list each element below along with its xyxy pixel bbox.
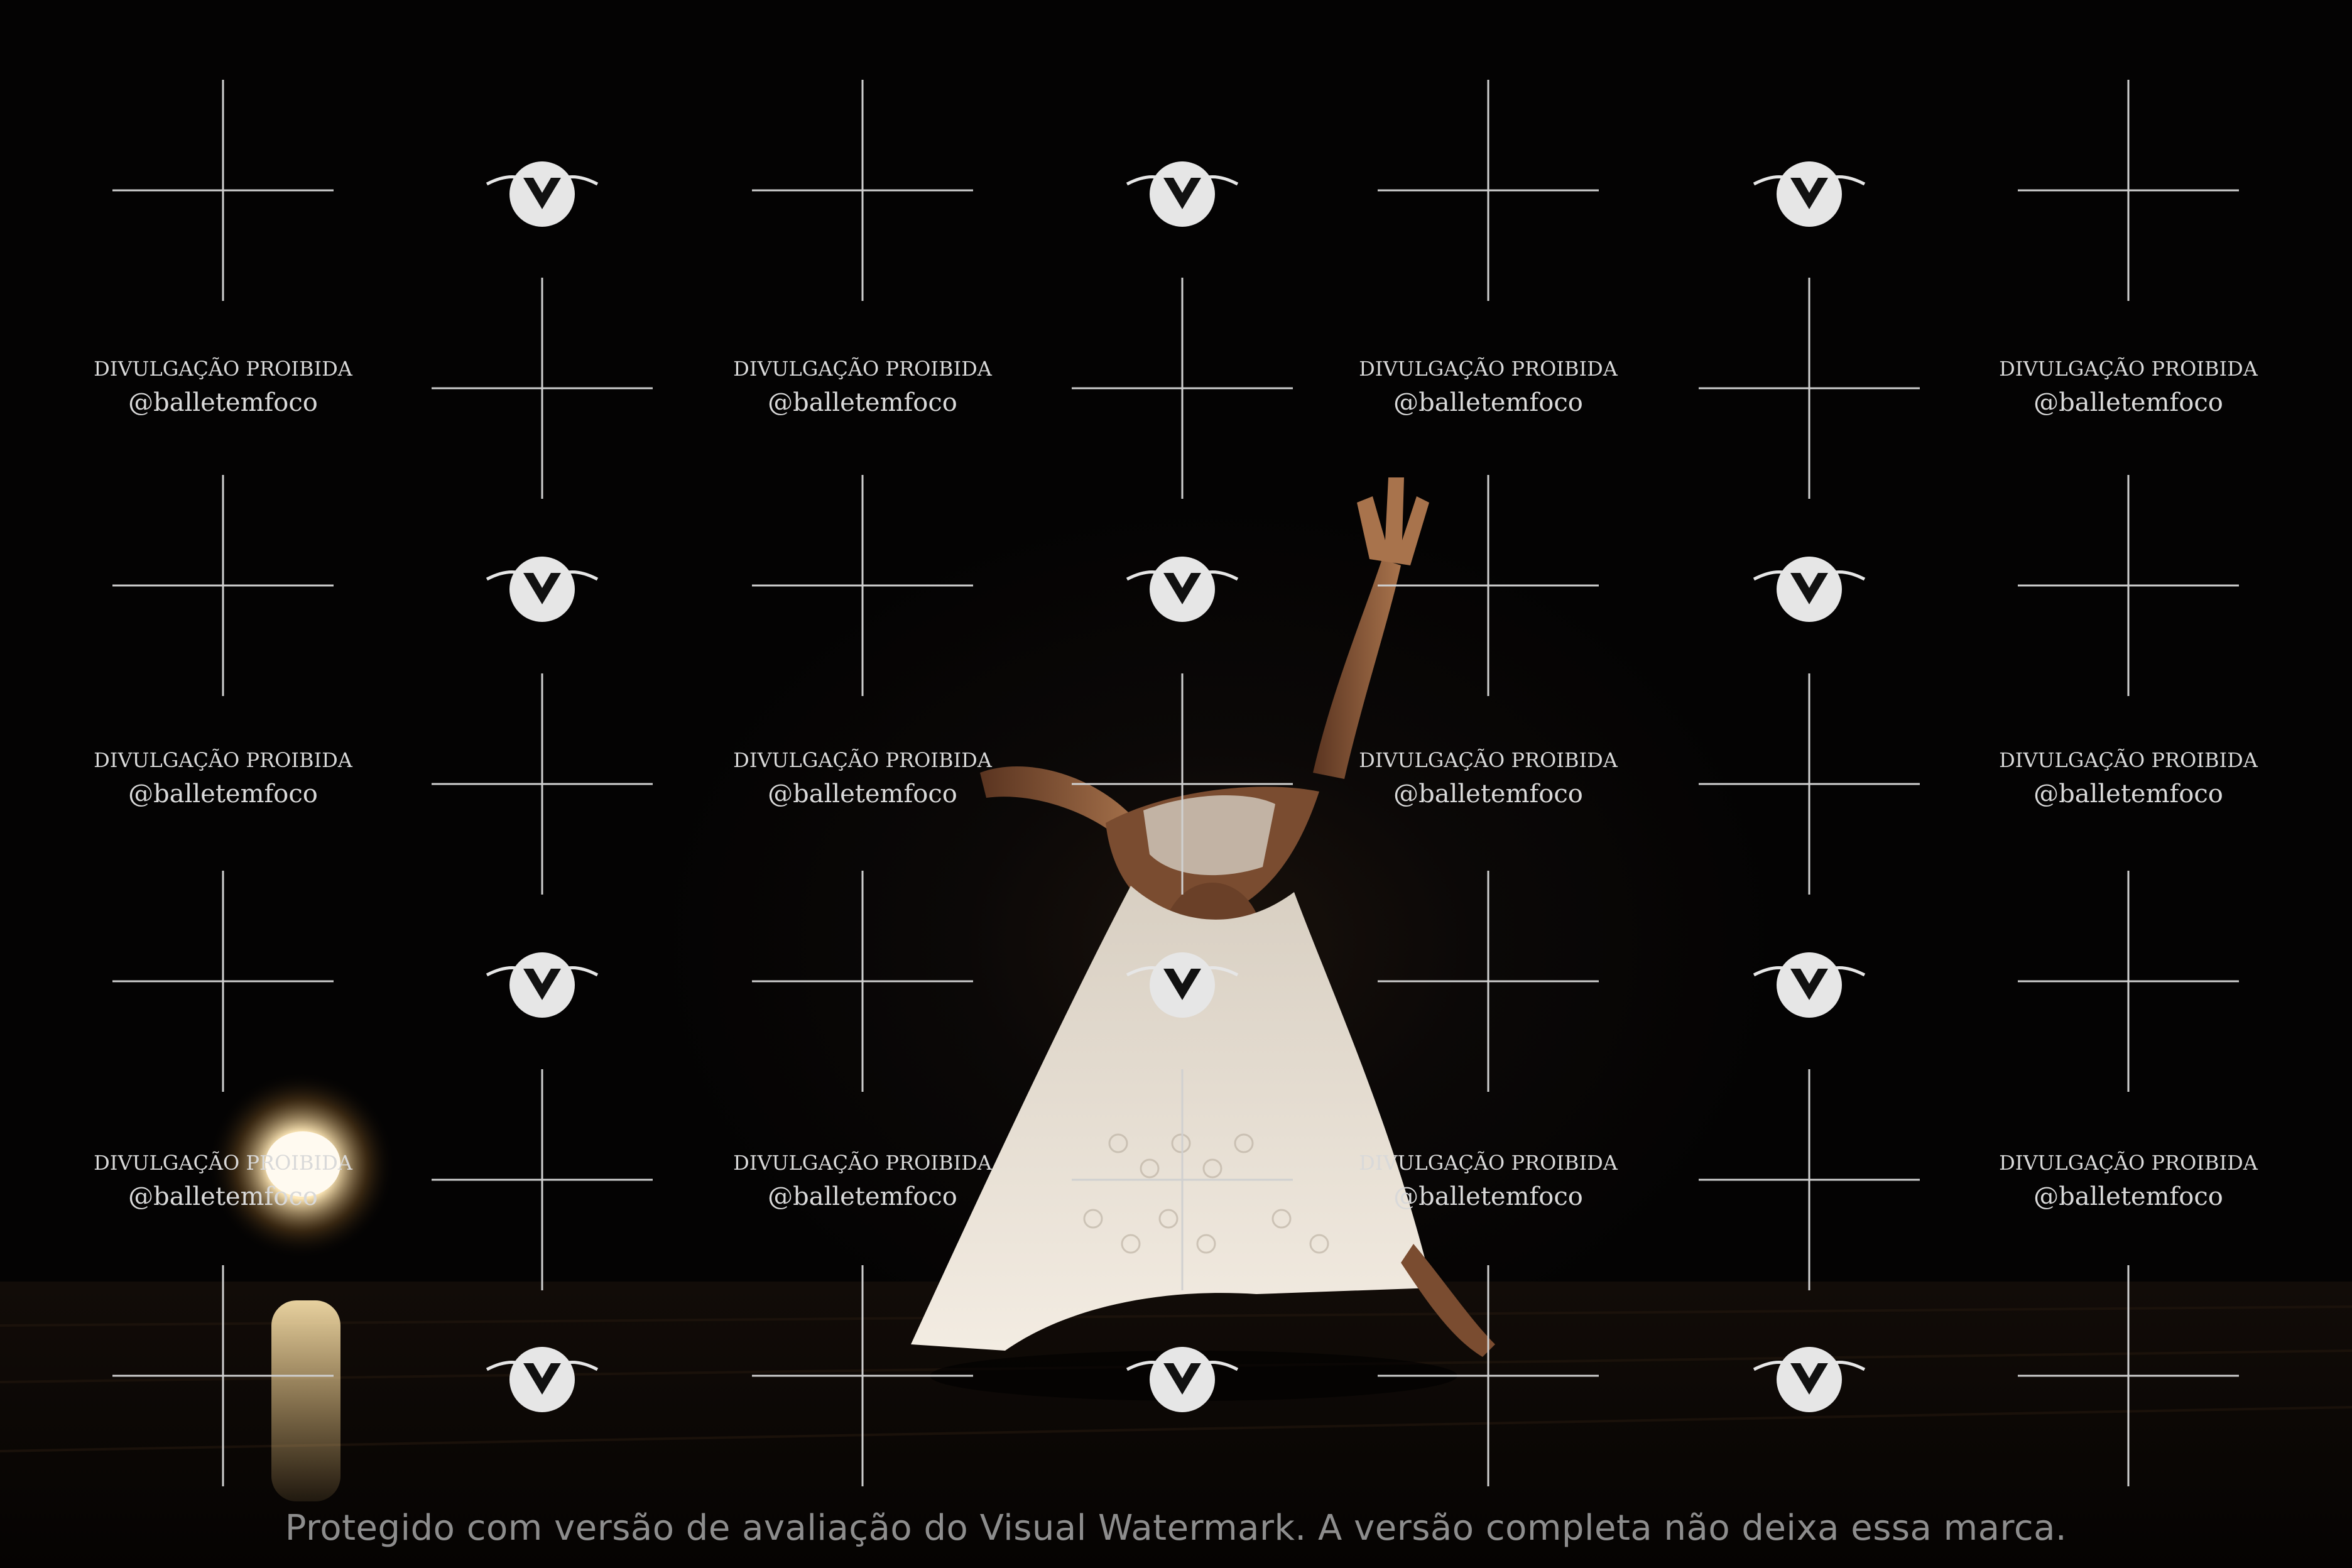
balletemfoco-logo-icon bbox=[1126, 952, 1239, 1018]
watermark-line1: DIVULGAÇÃO PROIBIDA bbox=[94, 357, 353, 381]
crosshair-icon bbox=[2018, 1265, 2239, 1486]
crosshair-icon bbox=[432, 673, 653, 895]
watermark-line2: @balletemfoco bbox=[128, 780, 318, 808]
watermark-line2: @balletemfoco bbox=[1393, 388, 1583, 417]
crosshair-icon bbox=[1072, 1069, 1293, 1290]
crosshair-icon bbox=[112, 1265, 334, 1486]
balletemfoco-logo-icon bbox=[1753, 1347, 1866, 1412]
watermark-text: DIVULGAÇÃO PROIBIDA @balletemfoco bbox=[1359, 1151, 1618, 1211]
crosshair-icon bbox=[112, 871, 334, 1092]
balletemfoco-logo-icon bbox=[486, 557, 599, 622]
watermark-line2: @balletemfoco bbox=[768, 780, 957, 808]
watermark-line2: @balletemfoco bbox=[2034, 1182, 2223, 1211]
watermark-line2: @balletemfoco bbox=[1393, 1182, 1583, 1211]
watermark-text: DIVULGAÇÃO PROIBIDA @balletemfoco bbox=[1359, 748, 1618, 808]
watermark-line1: DIVULGAÇÃO PROIBIDA bbox=[1359, 1151, 1618, 1175]
watermark-line1: DIVULGAÇÃO PROIBIDA bbox=[733, 748, 993, 772]
balletemfoco-logo-icon bbox=[1753, 952, 1866, 1018]
watermark-text: DIVULGAÇÃO PROIBIDA @balletemfoco bbox=[94, 748, 353, 808]
crosshair-icon bbox=[752, 80, 973, 301]
watermark-line1: DIVULGAÇÃO PROIBIDA bbox=[733, 1151, 993, 1175]
watermark-line1: DIVULGAÇÃO PROIBIDA bbox=[1999, 357, 2258, 381]
watermark-text: DIVULGAÇÃO PROIBIDA @balletemfoco bbox=[733, 1151, 993, 1211]
watermark-line1: DIVULGAÇÃO PROIBIDA bbox=[94, 748, 353, 772]
balletemfoco-logo-icon bbox=[486, 952, 599, 1018]
crosshair-icon bbox=[1699, 278, 1920, 499]
watermark-line2: @balletemfoco bbox=[768, 388, 957, 417]
watermark-line2: @balletemfoco bbox=[128, 1182, 318, 1211]
watermark-overlay: DIVULGAÇÃO PROIBIDA@balletemfocoDIVULGAÇ… bbox=[94, 80, 2258, 1486]
watermark-text: DIVULGAÇÃO PROIBIDA @balletemfoco bbox=[1999, 357, 2258, 417]
balletemfoco-logo-icon bbox=[486, 1347, 599, 1412]
evaluation-notice: Protegido com versão de avaliação do Vis… bbox=[285, 1508, 2067, 1549]
crosshair-icon bbox=[2018, 871, 2239, 1092]
crosshair-icon bbox=[112, 80, 334, 301]
watermark-line1: DIVULGAÇÃO PROIBIDA bbox=[94, 1151, 353, 1175]
balletemfoco-logo-icon bbox=[1126, 1347, 1239, 1412]
watermark-text: DIVULGAÇÃO PROIBIDA @balletemfoco bbox=[1999, 1151, 2258, 1211]
crosshair-icon bbox=[1378, 871, 1599, 1092]
crosshair-icon bbox=[432, 1069, 653, 1290]
crosshair-icon bbox=[1699, 673, 1920, 895]
balletemfoco-logo-icon bbox=[1126, 161, 1239, 227]
crosshair-icon bbox=[2018, 475, 2239, 696]
watermark-text: DIVULGAÇÃO PROIBIDA @balletemfoco bbox=[1999, 748, 2258, 808]
watermark-text: DIVULGAÇÃO PROIBIDA @balletemfoco bbox=[733, 357, 993, 417]
watermark-line1: DIVULGAÇÃO PROIBIDA bbox=[733, 357, 993, 381]
crosshair-icon bbox=[752, 475, 973, 696]
crosshair-icon bbox=[1072, 278, 1293, 499]
watermark-line2: @balletemfoco bbox=[1393, 780, 1583, 808]
photo-stage: DIVULGAÇÃO PROIBIDA @balletemfoco DIVULGAÇ… bbox=[0, 0, 2352, 1568]
watermark-line1: DIVULGAÇÃO PROIBIDA bbox=[1359, 748, 1618, 772]
crosshair-icon bbox=[1378, 80, 1599, 301]
watermark-line1: DIVULGAÇÃO PROIBIDA bbox=[1999, 748, 2258, 772]
watermark-line2: @balletemfoco bbox=[2034, 388, 2223, 417]
watermark-line1: DIVULGAÇÃO PROIBIDA bbox=[1999, 1151, 2258, 1175]
crosshair-icon bbox=[1378, 475, 1599, 696]
watermark-text: DIVULGAÇÃO PROIBIDA @balletemfoco bbox=[1359, 357, 1618, 417]
crosshair-icon bbox=[432, 278, 653, 499]
crosshair-icon bbox=[1699, 1069, 1920, 1290]
watermark-line1: DIVULGAÇÃO PROIBIDA bbox=[1359, 357, 1618, 381]
balletemfoco-logo-icon bbox=[486, 161, 599, 227]
balletemfoco-logo-icon bbox=[1126, 557, 1239, 622]
balletemfoco-logo-icon bbox=[1753, 161, 1866, 227]
crosshair-icon bbox=[112, 475, 334, 696]
watermark-text: DIVULGAÇÃO PROIBIDA @balletemfoco bbox=[94, 1151, 353, 1211]
watermark-line2: @balletemfoco bbox=[768, 1182, 957, 1211]
crosshair-icon bbox=[1072, 673, 1293, 895]
crosshair-icon bbox=[2018, 80, 2239, 301]
watermark-line2: @balletemfoco bbox=[128, 388, 318, 417]
watermark-text: DIVULGAÇÃO PROIBIDA @balletemfoco bbox=[733, 748, 993, 808]
crosshair-icon bbox=[752, 1265, 973, 1486]
watermark-text: DIVULGAÇÃO PROIBIDA @balletemfoco bbox=[94, 357, 353, 417]
watermark-line2: @balletemfoco bbox=[2034, 780, 2223, 808]
crosshair-icon bbox=[752, 871, 973, 1092]
crosshair-icon bbox=[1378, 1265, 1599, 1486]
balletemfoco-logo-icon bbox=[1753, 557, 1866, 622]
